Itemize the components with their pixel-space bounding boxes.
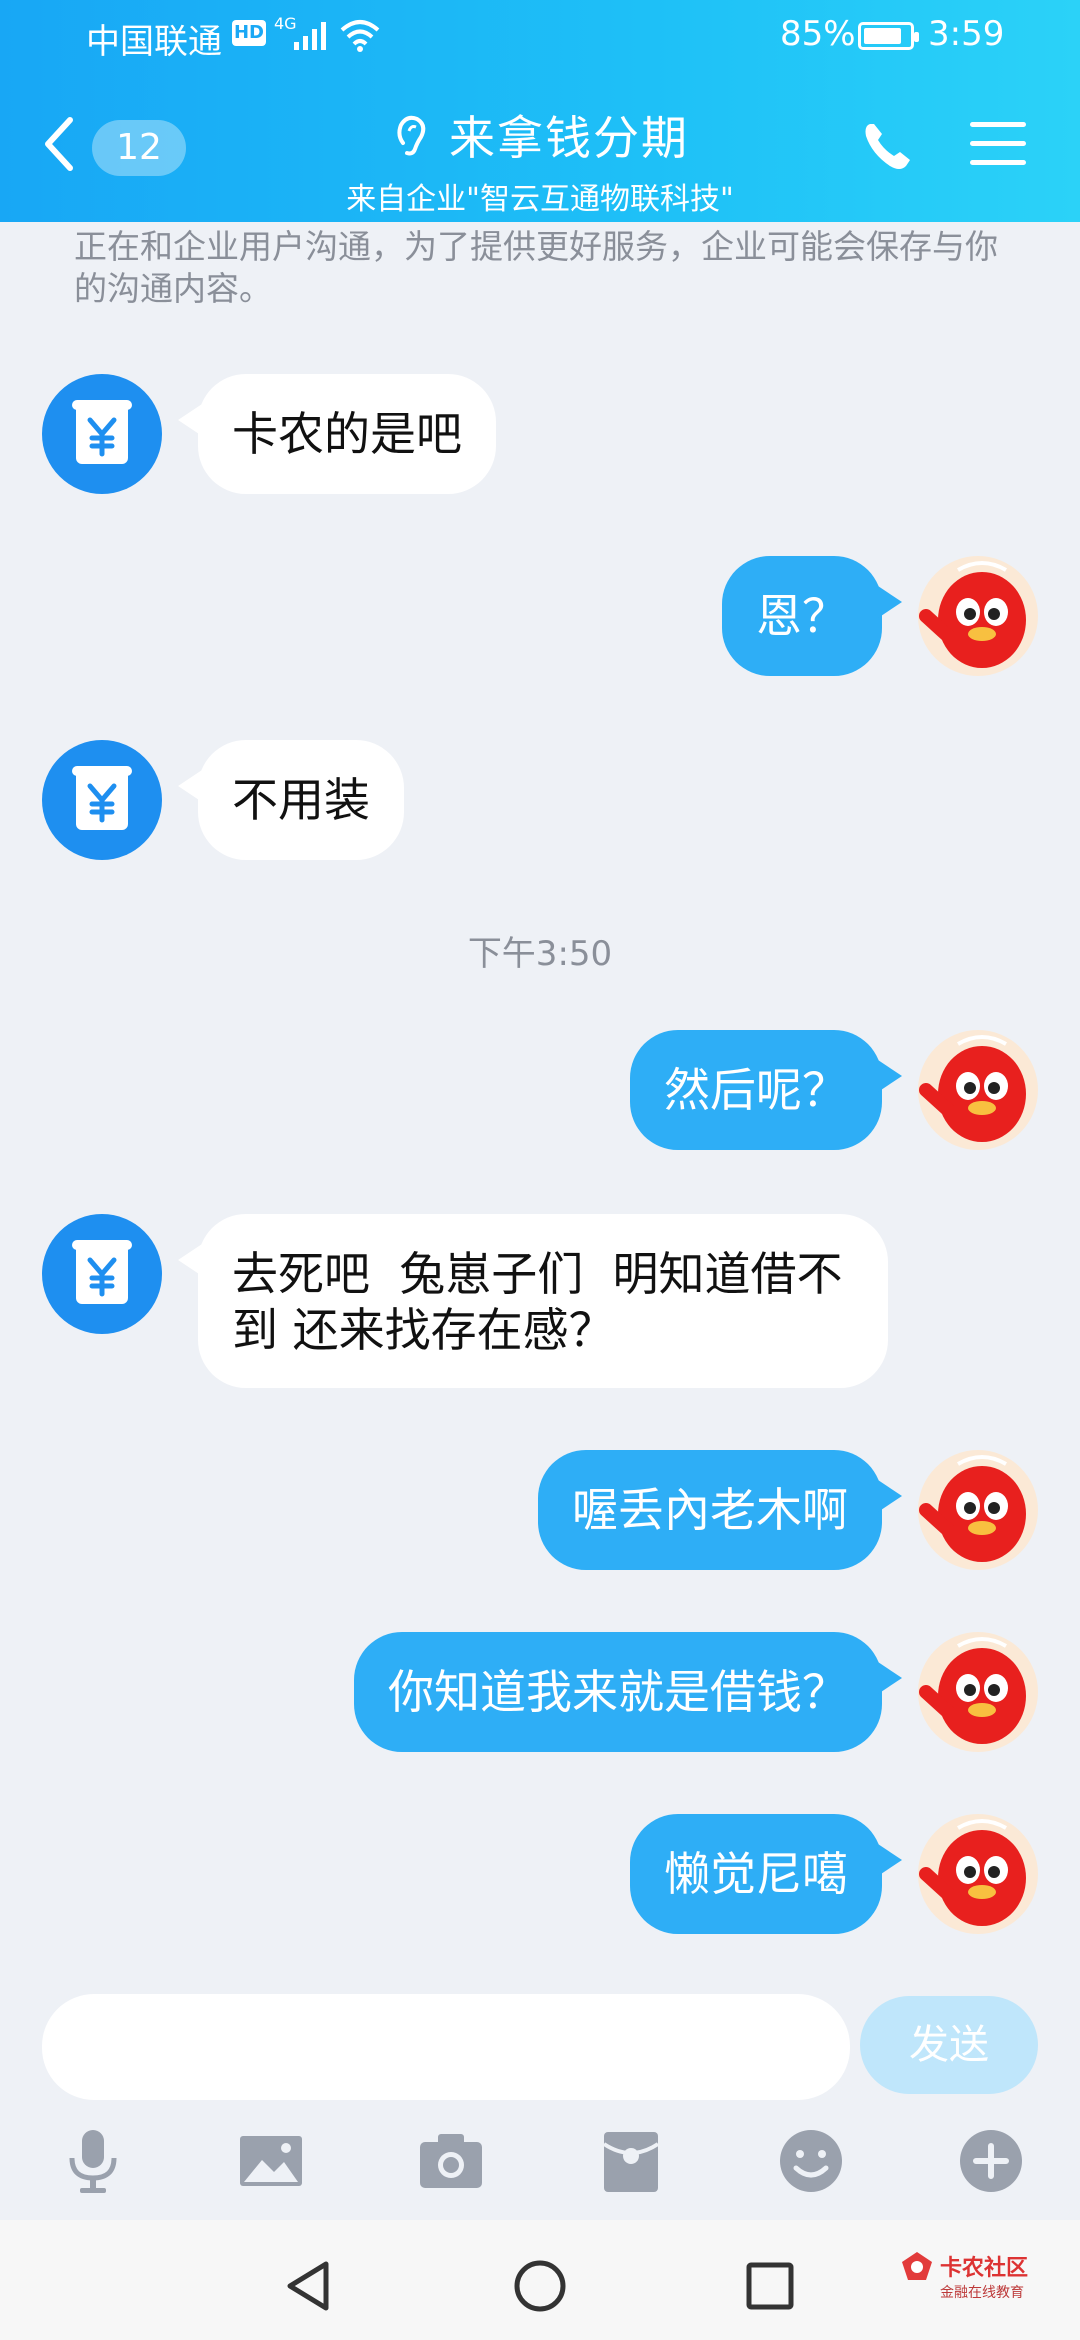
chat-title: 来拿钱分期: [449, 111, 689, 165]
battery-percent: 85%: [780, 14, 856, 54]
menu-icon[interactable]: [970, 122, 1026, 170]
message-bubble[interactable]: 卡农的是吧: [198, 374, 496, 494]
mic-icon[interactable]: [58, 2126, 128, 2196]
receipt-yen-icon: [72, 400, 132, 464]
user-avatar[interactable]: [918, 1450, 1038, 1570]
watermark-subtitle: 金融在线教育: [940, 2285, 1024, 2301]
battery-icon: [858, 22, 919, 50]
message-bubble[interactable]: 喔丢內老木啊: [538, 1450, 882, 1570]
bot-avatar[interactable]: [42, 374, 162, 494]
user-avatar[interactable]: [918, 1632, 1038, 1752]
message-bubble[interactable]: 恩？: [722, 556, 882, 676]
system-nav-bar: 卡农社区 金融在线教育: [0, 2220, 1080, 2340]
message-bubble[interactable]: 去死吧 兔崽子们 明知道借不到 还来找存在感？: [198, 1214, 888, 1388]
carrier-label: 中国联通: [86, 22, 222, 62]
watermark-mark-icon: [902, 2252, 932, 2280]
message-bubble[interactable]: 你知道我来就是借钱？: [354, 1632, 882, 1752]
penguin-avatar-icon: [919, 1035, 1026, 1142]
wifi-icon: [340, 20, 380, 52]
home-circle-icon[interactable]: [510, 2256, 570, 2316]
penguin-avatar-icon: [919, 1637, 1026, 1744]
clock: 3:59: [928, 14, 1005, 54]
penguin-avatar-icon: [919, 561, 1026, 668]
header: 中国联通 HD 4G 85% 3:59 12 来拿钱分期 来自企业"智云互通物联…: [0, 0, 1080, 222]
phone-call-icon[interactable]: [860, 118, 916, 174]
chat-navbar: 12 来拿钱分期 来自企业"智云互通物联科技": [0, 74, 1080, 222]
recents-square-icon[interactable]: [740, 2256, 800, 2316]
message-bubble[interactable]: 懒觉尼噶: [630, 1814, 882, 1934]
status-bar: 中国联通 HD 4G 85% 3:59: [0, 0, 1080, 74]
camera-icon[interactable]: [416, 2126, 486, 2196]
composer: 发送: [0, 1980, 1080, 2220]
penguin-avatar-icon: [919, 1819, 1026, 1926]
watermark-logo: 卡农社区 金融在线教育: [900, 2250, 1050, 2310]
back-triangle-icon[interactable]: [280, 2256, 340, 2316]
composer-toolbar: [0, 2126, 1080, 2196]
red-packet-icon[interactable]: [596, 2126, 666, 2196]
hd-badge: HD: [232, 20, 266, 46]
user-avatar[interactable]: [918, 556, 1038, 676]
message-input[interactable]: [42, 1994, 850, 2100]
ear-icon: [397, 115, 426, 156]
chat-title-block[interactable]: 来拿钱分期 来自企业"智云互通物联科技": [0, 102, 1080, 218]
timestamp-divider: 下午3:50: [467, 934, 613, 974]
user-avatar[interactable]: [918, 1814, 1038, 1934]
image-icon[interactable]: [236, 2126, 306, 2196]
emoji-icon[interactable]: [776, 2126, 846, 2196]
send-button[interactable]: 发送: [860, 1996, 1038, 2094]
bot-avatar[interactable]: [42, 740, 162, 860]
signal-icon: [294, 22, 326, 50]
penguin-avatar-icon: [919, 1455, 1026, 1562]
user-avatar[interactable]: [918, 1030, 1038, 1150]
message-bubble[interactable]: 然后呢？: [630, 1030, 882, 1150]
chat-subtitle: 来自企业"智云互通物联科技": [346, 182, 734, 217]
privacy-notice: 正在和企业用户沟通，为了提供更好服务，企业可能会保存与你的沟通内容。: [74, 227, 998, 308]
receipt-yen-icon: [72, 1240, 132, 1304]
bot-avatar[interactable]: [42, 1214, 162, 1334]
receipt-yen-icon: [72, 766, 132, 830]
plus-icon[interactable]: [956, 2126, 1026, 2196]
message-bubble[interactable]: 不用装: [198, 740, 404, 860]
